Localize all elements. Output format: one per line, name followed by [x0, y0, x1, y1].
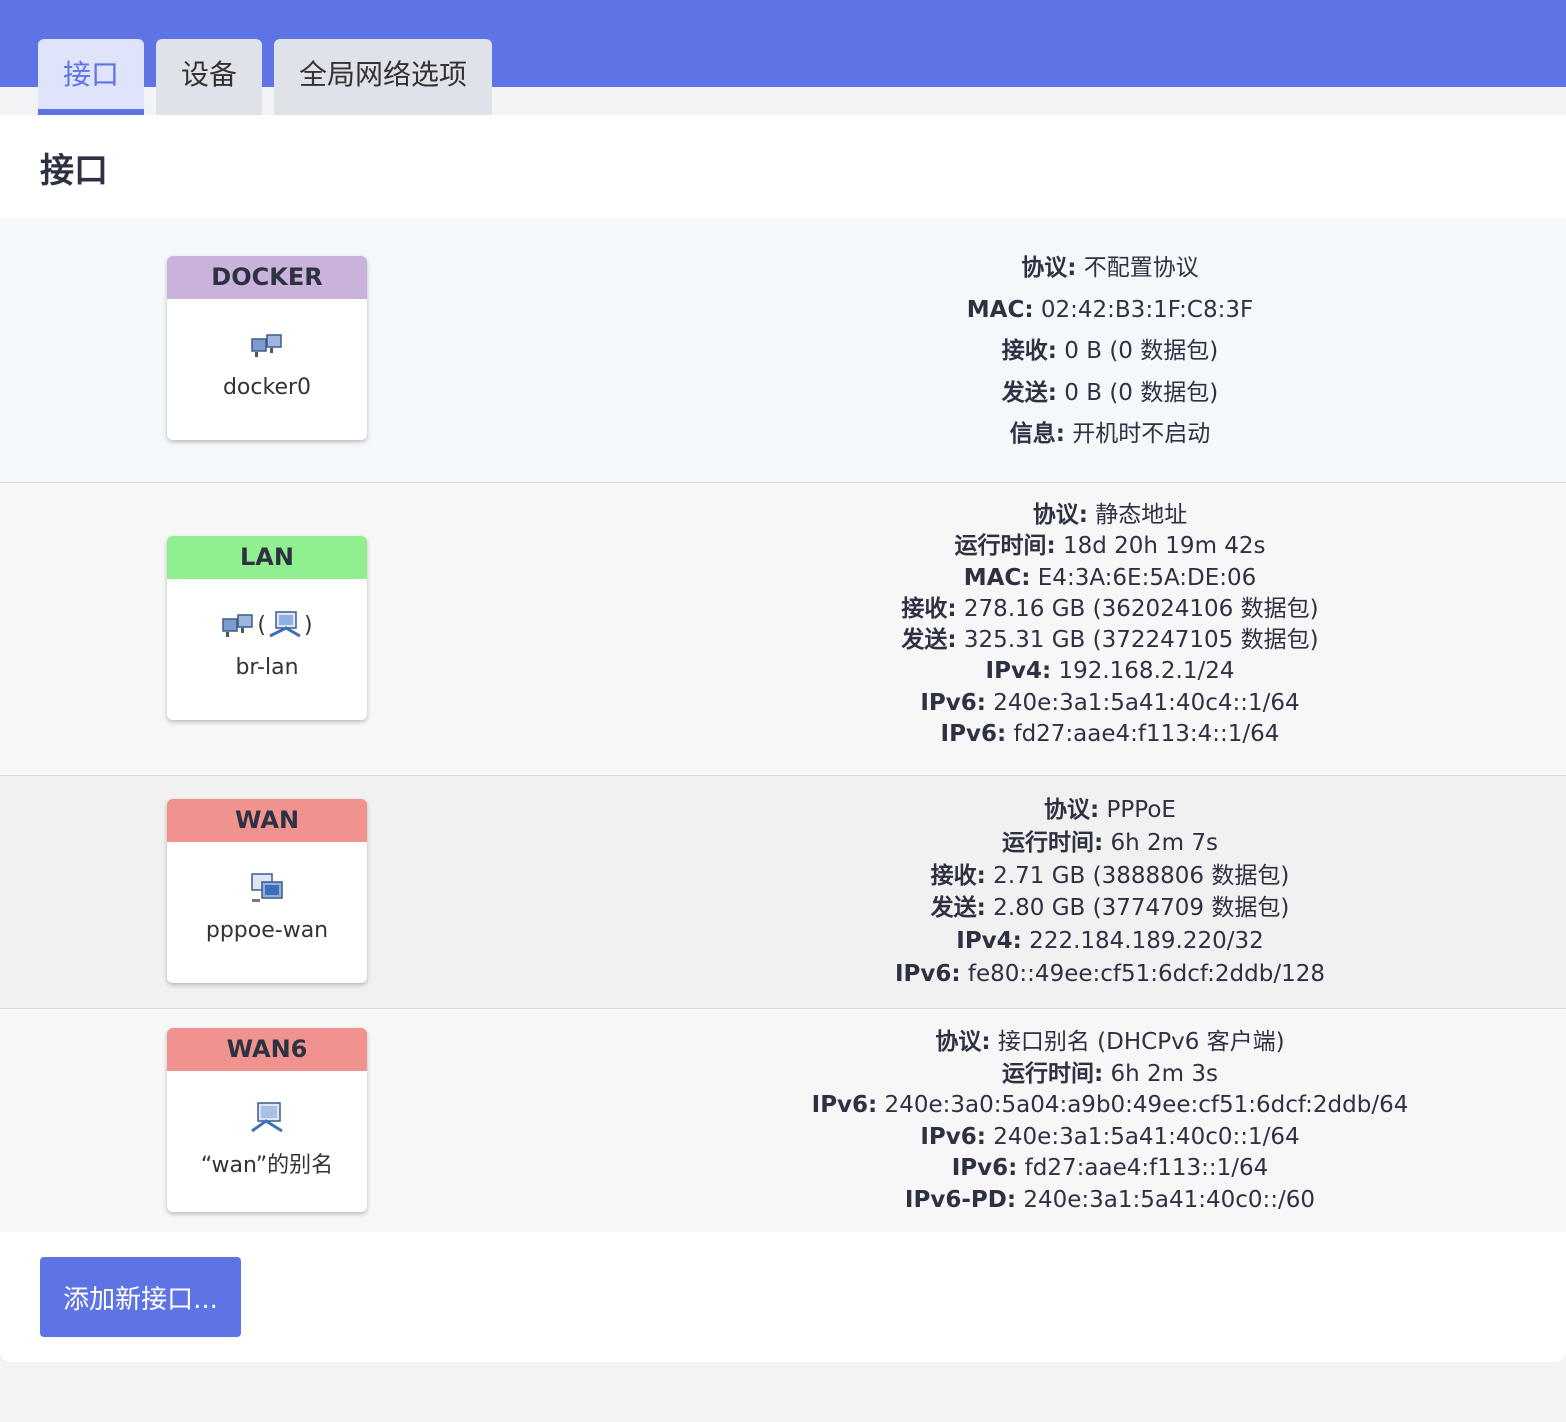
interface-card-wan6[interactable]: WAN6 “wan”的别名: [167, 1028, 367, 1212]
device-name: “wan”的别名: [200, 1153, 334, 1178]
add-new-interface-button[interactable]: 添加新接口...: [40, 1257, 241, 1337]
tab-global-network-options[interactable]: 全局网络选项: [274, 39, 493, 115]
interface-details: 协议: 静态地址 运行时间: 18d 20h 19m 42s MAC: E4:3…: [901, 502, 1319, 748]
ethernet-switch-icon: [251, 334, 282, 357]
interface-name: LAN: [167, 536, 367, 579]
interface-card-wan[interactable]: WAN pppoe-wan: [167, 799, 367, 983]
ethernet-switch-icon: [222, 614, 254, 637]
interface-row-wan: WAN pppoe-wan 协议: PPPoE 运行时间: 6h 2m 7s 接…: [0, 776, 1566, 1009]
interface-card-lan[interactable]: LAN ( ) br-lan: [167, 536, 367, 720]
page-title: 接口: [40, 151, 108, 191]
tab-interfaces[interactable]: 接口: [38, 39, 145, 115]
device-name: docker0: [222, 375, 312, 400]
device-name: br-lan: [235, 655, 299, 680]
device-name: pppoe-wan: [205, 918, 329, 943]
interface-name: WAN: [167, 799, 367, 842]
interface-row-lan: LAN ( ) br-lan 协议: 静态地址 运行时间: 18d 20h 19…: [0, 483, 1566, 776]
interface-details: 协议: 不配置协议 MAC: 02:42:B3:1F:C8:3F 接收: 0 B…: [966, 255, 1254, 447]
interface-card-docker[interactable]: DOCKER docker0: [167, 256, 367, 440]
tab-devices[interactable]: 设备: [156, 39, 263, 115]
tab-bar: 接口 设备 全局网络选项: [38, 39, 493, 115]
interface-name: DOCKER: [167, 256, 367, 299]
tunnel-icon: [251, 873, 283, 902]
interface-name: WAN6: [167, 1028, 367, 1071]
interface-row-docker: DOCKER docker0 协议: 不配置协议 MAC: 02:42:B3:1…: [0, 218, 1566, 483]
interface-details: 协议: PPPoE 运行时间: 6h 2m 7s 接收: 2.71 GB (38…: [895, 797, 1325, 987]
interfaces-panel: 接口 DOCKER docker0 协议: 不配置协议 MAC: 02:42:B…: [0, 115, 1566, 1362]
interface-details: 协议: 接口别名 (DHCPv6 客户端) 运行时间: 6h 2m 3s IPv…: [811, 1029, 1409, 1213]
network-adapter-icon: [269, 611, 301, 638]
interface-row-wan6: WAN6 “wan”的别名 协议: 接口别名 (DHCPv6 客户端) 运行时间…: [0, 1009, 1566, 1232]
alias-icon: [251, 1102, 283, 1133]
